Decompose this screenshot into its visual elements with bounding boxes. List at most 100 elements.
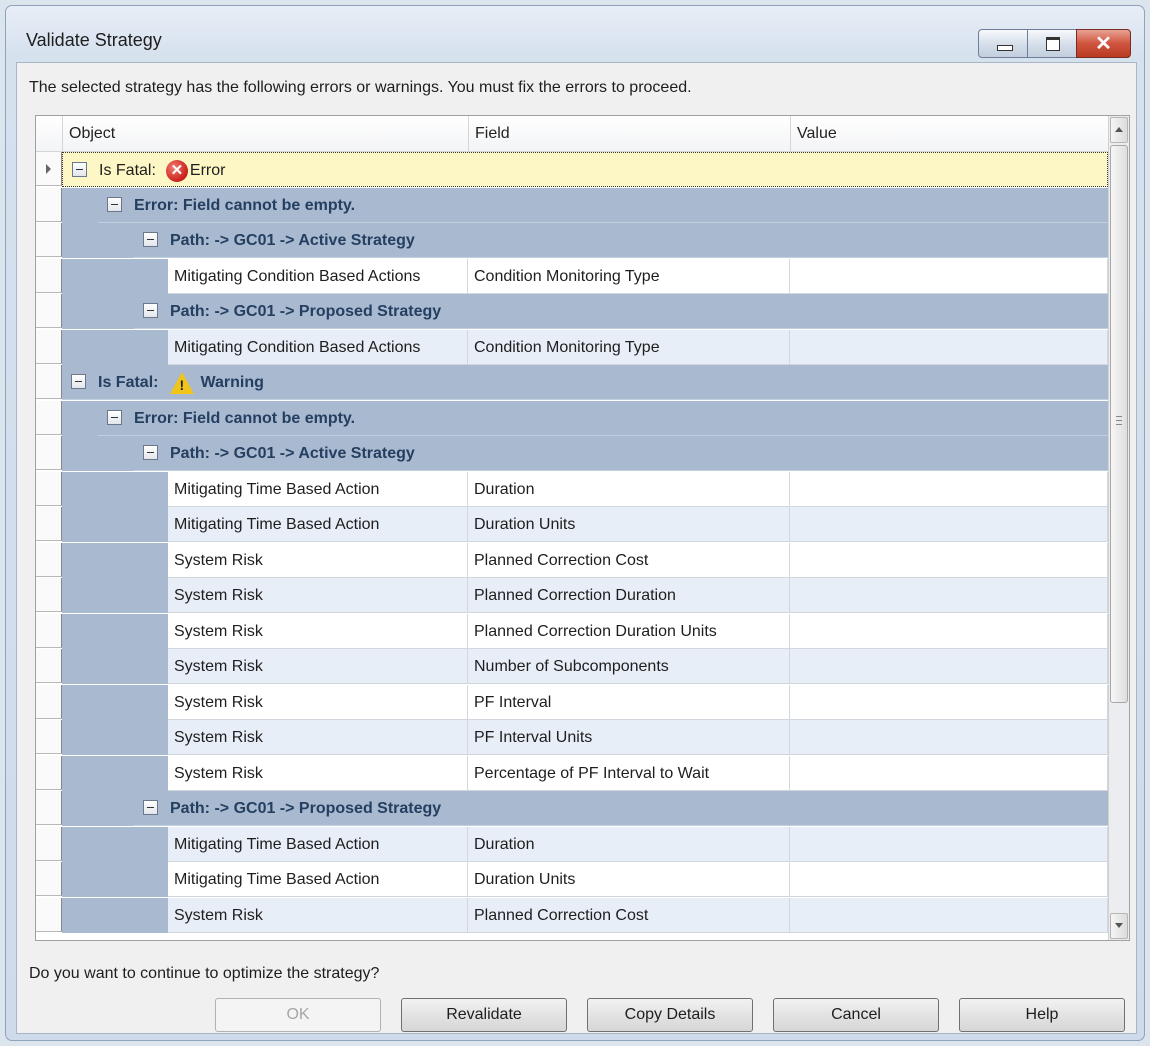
group-row[interactable]: Error: Field cannot be empty. [36, 187, 1108, 223]
field-cell[interactable]: Number of Subcomponents [468, 649, 790, 684]
table-row[interactable]: System Risk PF Interval [36, 684, 1108, 720]
field-cell[interactable]: Percentage of PF Interval to Wait [468, 755, 790, 791]
table-row[interactable]: System Risk Percentage of PF Interval to … [36, 755, 1108, 791]
object-cell[interactable]: Mitigating Time Based Action [168, 507, 468, 542]
group-row[interactable]: Is Fatal:! Warning [36, 365, 1108, 400]
scroll-up-button[interactable] [1110, 117, 1128, 143]
group-row[interactable]: Path: -> GC01 -> Active Strategy [36, 436, 1108, 471]
field-cell[interactable]: PF Interval [468, 684, 790, 720]
field-cell[interactable]: Planned Correction Cost [468, 897, 790, 933]
group-row[interactable]: Path: -> GC01 -> Proposed Strategy [36, 294, 1108, 329]
help-button[interactable]: Help [959, 998, 1125, 1032]
collapse-toggle-icon[interactable] [143, 445, 158, 460]
object-cell[interactable]: Mitigating Time Based Action [168, 471, 468, 507]
row-selector[interactable] [36, 542, 62, 577]
group-header[interactable]: Path: -> GC01 -> Active Strategy [134, 223, 1108, 258]
cancel-button[interactable]: Cancel [773, 998, 939, 1032]
object-cell[interactable]: System Risk [168, 649, 468, 684]
row-selector[interactable] [36, 436, 62, 470]
maximize-button[interactable] [1027, 29, 1077, 58]
row-selector[interactable] [36, 365, 62, 399]
row-selector[interactable] [36, 862, 62, 896]
value-cell[interactable] [790, 613, 1108, 649]
field-cell[interactable]: Condition Monitoring Type [468, 329, 790, 365]
table-row[interactable]: System Risk Planned Correction Cost [36, 897, 1108, 933]
row-selector[interactable] [36, 507, 62, 541]
value-cell[interactable] [790, 542, 1108, 578]
row-selector[interactable] [36, 471, 62, 506]
table-row[interactable]: Mitigating Condition Based Actions Condit… [36, 329, 1108, 365]
ok-button[interactable]: OK [215, 998, 381, 1032]
row-selector[interactable] [36, 578, 62, 612]
collapse-toggle-icon[interactable] [143, 232, 158, 247]
group-header[interactable]: Path: -> GC01 -> Proposed Strategy [134, 791, 1108, 826]
object-cell[interactable]: Mitigating Condition Based Actions [168, 258, 468, 294]
value-cell[interactable] [790, 329, 1108, 365]
table-row[interactable]: System Risk PF Interval Units [36, 720, 1108, 755]
revalidate-button[interactable]: Revalidate [401, 998, 567, 1032]
group-header[interactable]: Error: Field cannot be empty. [98, 400, 1108, 436]
row-selector[interactable] [36, 187, 62, 222]
title-bar[interactable]: Validate Strategy ✕ [6, 6, 1144, 62]
scroll-down-button[interactable] [1110, 913, 1128, 939]
row-selector[interactable] [36, 258, 62, 293]
field-cell[interactable]: Condition Monitoring Type [468, 258, 790, 294]
object-cell[interactable]: System Risk [168, 542, 468, 578]
value-cell[interactable] [790, 720, 1108, 755]
table-row[interactable]: System Risk Planned Correction Cost [36, 542, 1108, 578]
row-selector[interactable] [36, 294, 62, 328]
row-selector[interactable] [36, 755, 62, 790]
close-button[interactable]: ✕ [1076, 29, 1131, 58]
object-cell[interactable]: System Risk [168, 897, 468, 933]
row-selector[interactable] [36, 649, 62, 683]
row-selector[interactable] [36, 223, 62, 257]
field-cell[interactable]: PF Interval Units [468, 720, 790, 755]
table-row[interactable]: Mitigating Time Based Action Duration [36, 471, 1108, 507]
row-selector[interactable] [36, 720, 62, 754]
table-row[interactable]: System Risk Planned Correction Duration U… [36, 613, 1108, 649]
group-row[interactable]: Error: Field cannot be empty. [36, 400, 1108, 436]
row-selector[interactable] [36, 897, 62, 932]
value-cell[interactable] [790, 258, 1108, 294]
scroll-thumb[interactable] [1110, 145, 1128, 703]
collapse-toggle-icon[interactable] [107, 409, 122, 425]
object-cell[interactable]: System Risk [168, 684, 468, 720]
value-cell[interactable] [790, 471, 1108, 507]
table-row[interactable]: Mitigating Time Based Action Duration [36, 826, 1108, 862]
value-cell[interactable] [790, 755, 1108, 791]
value-cell[interactable] [790, 507, 1108, 542]
group-row[interactable]: Is Fatal: ✕ Error [36, 152, 1108, 187]
copy-details-button[interactable]: Copy Details [587, 998, 753, 1032]
table-row[interactable]: Mitigating Time Based Action Duration Uni… [36, 862, 1108, 897]
table-row[interactable]: Mitigating Condition Based Actions Condit… [36, 258, 1108, 294]
object-cell[interactable]: System Risk [168, 755, 468, 791]
minimize-button[interactable] [978, 29, 1028, 58]
row-selector[interactable] [36, 152, 62, 186]
column-header-value[interactable]: Value [790, 116, 1108, 151]
collapse-toggle-icon[interactable] [72, 162, 87, 177]
collapse-toggle-icon[interactable] [143, 800, 158, 815]
group-header[interactable]: Path: -> GC01 -> Active Strategy [134, 436, 1108, 471]
column-header-object[interactable]: Object [62, 116, 468, 151]
row-selector[interactable] [36, 684, 62, 719]
object-cell[interactable]: System Risk [168, 720, 468, 755]
value-cell[interactable] [790, 862, 1108, 897]
row-selector[interactable] [36, 400, 62, 435]
group-row[interactable]: Path: -> GC01 -> Active Strategy [36, 223, 1108, 258]
row-selector[interactable] [36, 826, 62, 861]
row-selector[interactable] [36, 791, 62, 825]
group-row[interactable]: Path: -> GC01 -> Proposed Strategy [36, 791, 1108, 826]
field-cell[interactable]: Duration [468, 471, 790, 507]
table-row[interactable]: System Risk Planned Correction Duration [36, 578, 1108, 613]
row-selector[interactable] [36, 329, 62, 364]
collapse-toggle-icon[interactable] [107, 196, 122, 212]
group-header[interactable]: Path: -> GC01 -> Proposed Strategy [134, 294, 1108, 329]
field-cell[interactable]: Duration Units [468, 862, 790, 897]
group-header[interactable]: Is Fatal: ✕ Error [62, 152, 1108, 187]
object-cell[interactable]: System Risk [168, 578, 468, 613]
field-cell[interactable]: Duration [468, 826, 790, 862]
object-cell[interactable]: Mitigating Time Based Action [168, 826, 468, 862]
value-cell[interactable] [790, 897, 1108, 933]
row-selector[interactable] [36, 613, 62, 648]
vertical-scrollbar[interactable] [1108, 116, 1129, 940]
